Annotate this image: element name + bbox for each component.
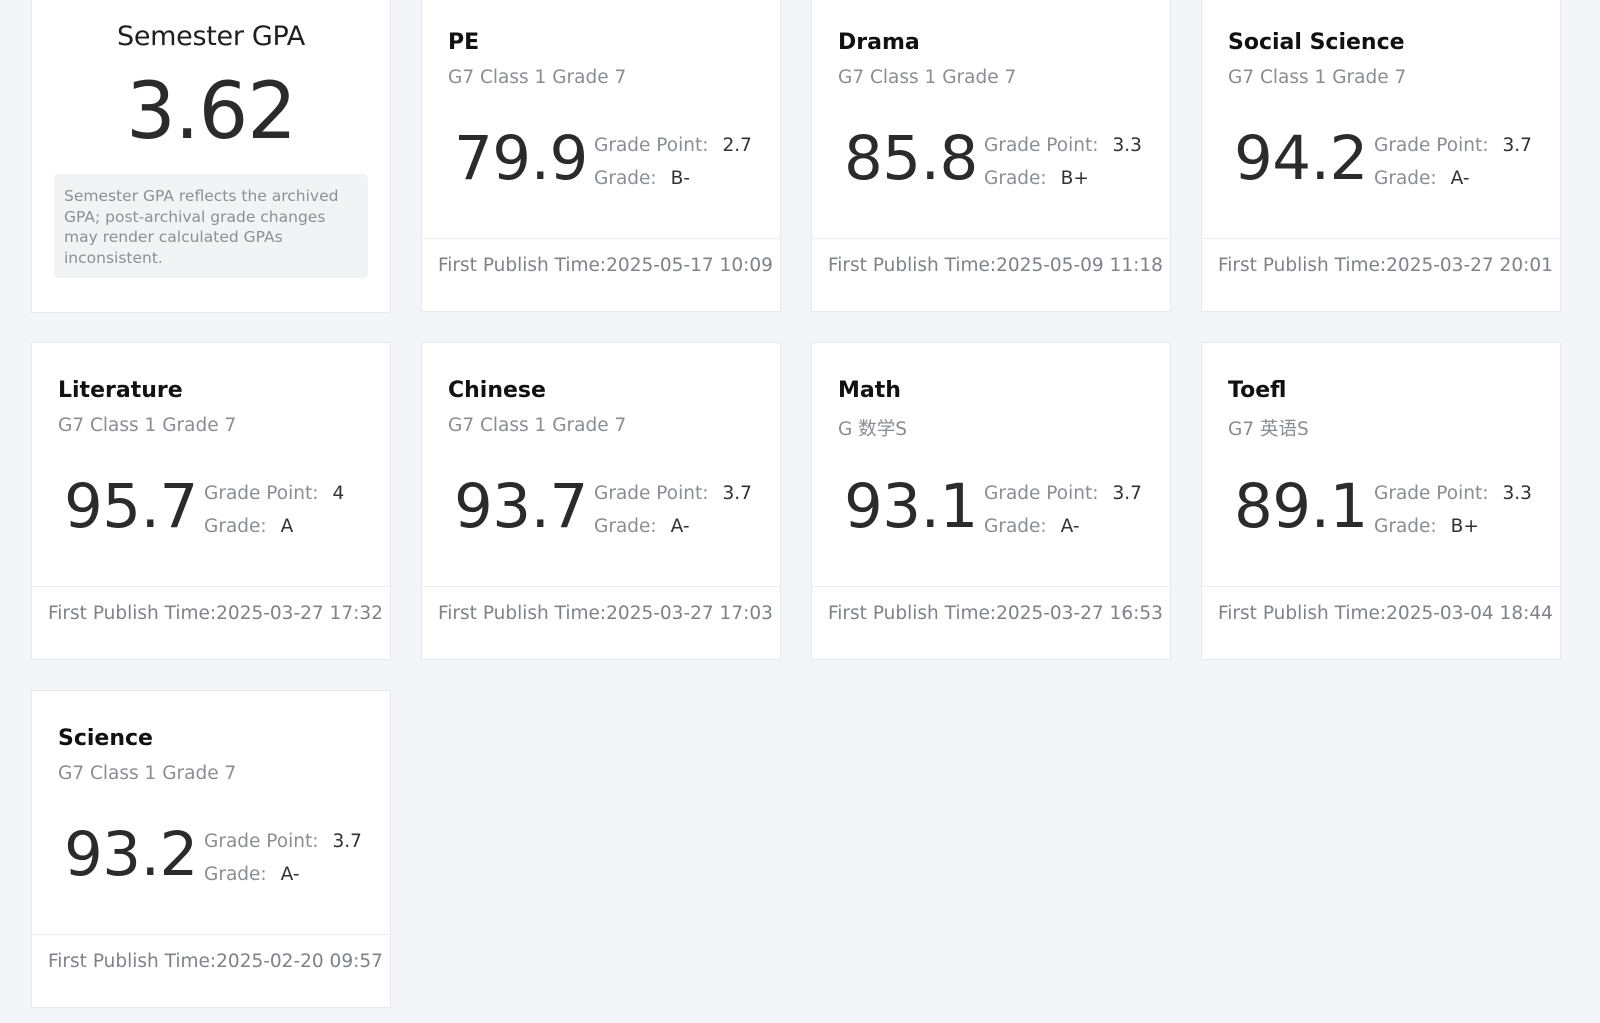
subject-name: Toefl	[1228, 378, 1287, 403]
grade-value: A-	[280, 864, 300, 885]
publish-time: First Publish Time:2025-03-27 17:03	[438, 603, 773, 624]
subject-class: G7 Class 1 Grade 7	[448, 67, 627, 88]
gpa-title: Semester GPA	[117, 21, 305, 52]
publish-time: First Publish Time:2025-02-20 09:57	[48, 951, 383, 972]
grades-grid: Semester GPA 3.62 Semester GPA reflects …	[0, 0, 1600, 1023]
subject-name: Social Science	[1228, 30, 1405, 55]
grade-point-value: 2.7	[722, 135, 752, 156]
subject-class: G7 英语S	[1228, 419, 1309, 440]
subject-card-toefl[interactable]: Toefl G7 英语S 89.1 Grade Point: 3.3 Grade:…	[1201, 342, 1561, 660]
subject-meta: Grade Point: 3.7 Grade: A-	[1374, 135, 1532, 189]
subject-class: G7 Class 1 Grade 7	[838, 67, 1017, 88]
subject-name: Science	[58, 726, 153, 751]
publish-time: First Publish Time:2025-03-27 16:53	[828, 603, 1163, 624]
subject-name: Literature	[58, 378, 183, 403]
subject-name: Math	[838, 378, 901, 403]
semester-gpa-card: Semester GPA 3.62 Semester GPA reflects …	[31, 0, 391, 313]
subject-score: 79.9	[454, 123, 588, 194]
gpa-note: Semester GPA reflects the archived GPA; …	[54, 174, 368, 278]
grade-value: B-	[670, 168, 691, 189]
subject-meta: Grade Point: 3.7 Grade: A-	[204, 831, 362, 885]
grade-point-value: 3.7	[1502, 135, 1532, 156]
subject-name: Chinese	[448, 378, 546, 403]
grade-point-value: 3.7	[332, 831, 362, 852]
publish-time: First Publish Time:2025-03-04 18:44	[1218, 603, 1553, 624]
grade-value: B+	[1060, 168, 1089, 189]
grade-point-value: 4	[332, 483, 345, 504]
publish-time: First Publish Time:2025-05-17 10:09	[438, 255, 773, 276]
grade-point-value: 3.3	[1502, 483, 1532, 504]
subject-card-math[interactable]: Math G 数学S 93.1 Grade Point: 3.7 Grade: A-…	[811, 342, 1171, 660]
subject-name: Drama	[838, 30, 920, 55]
subject-class: G7 Class 1 Grade 7	[1228, 67, 1407, 88]
subject-card-drama[interactable]: Drama G7 Class 1 Grade 7 85.8 Grade Poin…	[811, 0, 1171, 312]
subject-score: 93.1	[844, 471, 978, 542]
grade-value: A	[280, 516, 294, 537]
subject-score: 85.8	[844, 123, 978, 194]
grade-value: A-	[1450, 168, 1470, 189]
publish-time: First Publish Time:2025-05-09 11:18	[828, 255, 1163, 276]
publish-time: First Publish Time:2025-03-27 20:01	[1218, 255, 1553, 276]
subject-score: 94.2	[1234, 123, 1368, 194]
subject-class: G7 Class 1 Grade 7	[448, 415, 627, 436]
grade-value: A-	[1060, 516, 1080, 537]
gpa-value: 3.62	[126, 67, 297, 157]
publish-time: First Publish Time:2025-03-27 17:32	[48, 603, 383, 624]
grade-point-value: 3.3	[1112, 135, 1142, 156]
subject-card-literature[interactable]: Literature G7 Class 1 Grade 7 95.7 Grade…	[31, 342, 391, 660]
grade-point-value: 3.7	[722, 483, 752, 504]
subject-score: 95.7	[64, 471, 198, 542]
subject-card-chinese[interactable]: Chinese G7 Class 1 Grade 7 93.7 Grade Po…	[421, 342, 781, 660]
subject-score: 93.2	[64, 819, 198, 890]
subject-class: G7 Class 1 Grade 7	[58, 415, 237, 436]
subject-score: 93.7	[454, 471, 588, 542]
grade-value: A-	[670, 516, 690, 537]
subject-name: PE	[448, 30, 480, 55]
subject-card-science[interactable]: Science G7 Class 1 Grade 7 93.2 Grade Po…	[31, 690, 391, 1008]
subject-score: 89.1	[1234, 471, 1368, 542]
grade-point-value: 3.7	[1112, 483, 1142, 504]
subject-class: G 数学S	[838, 419, 907, 440]
subject-card-pe[interactable]: PE G7 Class 1 Grade 7 79.9 Grade Point: 2…	[421, 0, 781, 312]
subject-card-social-science[interactable]: Social Science G7 Class 1 Grade 7 94.2 G…	[1201, 0, 1561, 312]
subject-meta: Grade Point: 4 Grade: A	[204, 483, 345, 537]
subject-meta: Grade Point: 3.3 Grade: B+	[1374, 483, 1532, 537]
subject-meta: Grade Point: 3.3 Grade: B+	[984, 135, 1142, 189]
subject-meta: Grade Point: 3.7 Grade: A-	[984, 483, 1142, 537]
subject-meta: Grade Point: 2.7 Grade: B-	[594, 135, 752, 189]
subject-class: G7 Class 1 Grade 7	[58, 763, 237, 784]
grade-value: B+	[1450, 516, 1479, 537]
subject-meta: Grade Point: 3.7 Grade: A-	[594, 483, 752, 537]
